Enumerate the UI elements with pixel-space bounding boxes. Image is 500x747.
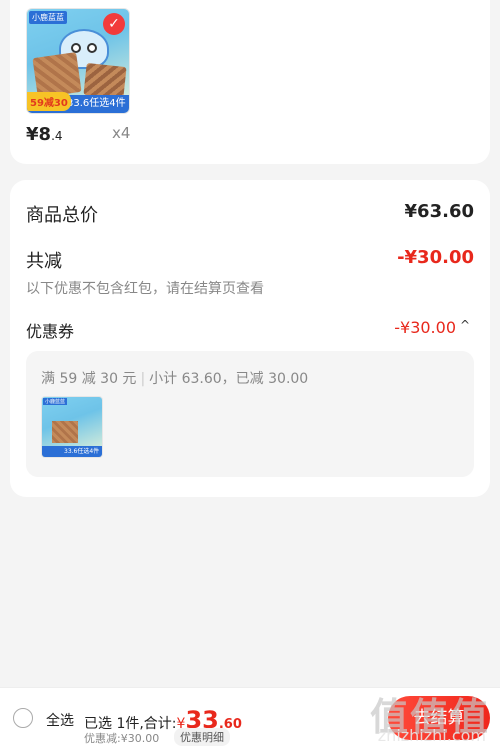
brand-tag: 小鹿蓝蓝 <box>29 11 67 24</box>
snack-image <box>52 421 78 443</box>
watermark-url: zhizhizhi.com <box>377 726 486 745</box>
item-quantity: x4 <box>112 124 131 142</box>
coupon-label[interactable]: 优惠券 <box>26 318 74 342</box>
snack-image <box>32 52 82 98</box>
promo-product-thumbnail[interactable]: 小鹿蓝蓝 33.6任选4件 <box>41 396 103 458</box>
total-label: 商品总价 <box>26 205 98 226</box>
product-thumbnail[interactable]: 小鹿蓝蓝 ✓ 33.6任选4件 59减30 <box>26 8 130 114</box>
promo-badge: 33.6任选4件 <box>42 446 102 457</box>
chevron-up-icon[interactable]: ^ <box>460 318 470 332</box>
promo-detail-box: 满 59 减 30 元 | 小计 63.60，已减 30.00 小鹿蓝蓝 33.6任… <box>26 351 474 477</box>
discount-detail-button[interactable]: 优惠明细 <box>174 728 230 746</box>
brand-tag: 小鹿蓝蓝 <box>43 398 68 405</box>
promo-subtotal: 小计 63.60，已减 30.00 <box>149 371 309 387</box>
promo-rule: 满 59 减 30 元 <box>41 371 137 387</box>
item-price: ¥8.4 <box>26 124 63 145</box>
promo-line: 满 59 减 30 元 | 小计 63.60，已减 30.00 <box>41 371 309 387</box>
total-value: ¥63.60 <box>404 201 474 222</box>
reduce-note: 以下优惠不包含红包，请在结算页查看 <box>26 281 264 297</box>
select-all-label[interactable]: 全选 <box>46 710 74 730</box>
discount-badge: 59减30 <box>27 92 71 111</box>
checkout-bar: 全选 已选 1件,合计:¥33.60 优惠减:¥30.00 优惠明细 去结算 值… <box>0 687 500 747</box>
coupon-value[interactable]: -¥30.00 <box>394 318 456 337</box>
snack-image <box>83 62 127 100</box>
select-all-radio[interactable] <box>13 708 33 728</box>
reduce-label: 共减 <box>26 251 62 272</box>
reduce-value: -¥30.00 <box>397 247 474 268</box>
selected-check-icon[interactable]: ✓ <box>103 13 125 35</box>
discount-text: 优惠减:¥30.00 <box>84 732 160 745</box>
